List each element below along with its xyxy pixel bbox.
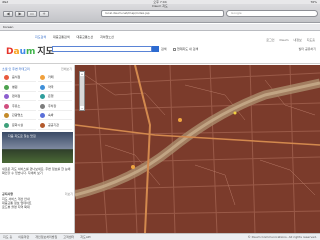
browser-toolbar: Daum 지도 ◀ ▶ ▭ + local.daum.net/map/index… [0, 4, 320, 23]
footer-link[interactable]: 지도 홈 [3, 235, 12, 239]
zoom-control: + − [79, 71, 85, 111]
category-item[interactable]: 카페 [38, 73, 72, 82]
promo-banner[interactable]: 다음 지도로 찾는 맛집 [2, 132, 73, 163]
zoom-out-button[interactable]: − [80, 106, 84, 110]
category-icon [40, 84, 45, 90]
footer-link[interactable]: 개인정보처리방침 [35, 235, 57, 239]
category-item[interactable]: 관광명소 [2, 111, 36, 120]
promo-title: 다음 지도로 찾는 맛집 [8, 134, 36, 138]
map-canvas[interactable]: + − [75, 65, 320, 233]
footer: 지도 홈 이용약관 개인정보처리방침 고객센터 지도API © Daum Com… [0, 233, 320, 240]
daum-header: 지도검색 대중교통검색 대중교통노선 지하철노선 로그인 Daum 내정보 지도… [0, 32, 320, 64]
map-search-button[interactable] [152, 46, 159, 52]
right-nav: 로그인 Daum 내정보 지도홈 [262, 38, 315, 42]
notice-item[interactable]: 로드뷰 촬영 지역 확대 [2, 205, 73, 209]
category-icon [4, 103, 9, 109]
address-bar[interactable]: local.daum.net/map/index.jsp [101, 10, 224, 17]
category-icon [4, 75, 9, 80]
add-icon[interactable]: + [39, 11, 49, 17]
filter-button[interactable]: 필터 [298, 47, 304, 51]
footer-link[interactable]: 이용약관 [18, 235, 29, 239]
category-item[interactable]: 공공기관 [38, 121, 72, 130]
checkbox-icon[interactable] [173, 47, 176, 51]
category-icon [4, 94, 9, 99]
promo-description: 새로운 지도 서비스를 만나보세요. 주변 정보를 한 눈에 확인할 수 있습니… [2, 167, 71, 175]
category-item[interactable]: 약국 [38, 83, 72, 92]
category-header: 소셜 인 주변 카테고리 전체보기 [2, 67, 72, 71]
nav-transit-search[interactable]: 대중교통검색 [53, 35, 70, 39]
top-nav: 지도검색 대중교통검색 대중교통노선 지하철노선 [35, 35, 120, 39]
category-item[interactable]: 주차장 [38, 102, 72, 111]
category-item[interactable]: 은행 [38, 92, 72, 101]
category-icon [40, 122, 45, 128]
forward-button[interactable]: ▶ [15, 11, 25, 17]
category-icon [4, 113, 9, 118]
category-icon [40, 103, 45, 109]
daum-map-logo[interactable]: Daum 지도 [6, 44, 54, 57]
category-item[interactable]: 문화시설 [2, 121, 36, 130]
search-label: 검색 [161, 47, 167, 51]
map-home-link[interactable]: 지도홈 [307, 38, 315, 42]
notice-section: 공지사항 더보기 지도 서비스 개선 안내 대중교통 정보 업데이트 로드뷰 촬… [2, 192, 73, 209]
bookmark-item[interactable]: Korean [3, 25, 13, 29]
bookmarks-icon[interactable]: ▭ [27, 11, 37, 17]
back-button[interactable]: ◀ [3, 11, 13, 17]
map-search-input[interactable] [52, 46, 152, 52]
category-item[interactable]: 편의점 [2, 92, 36, 101]
search-in-map-checkbox[interactable]: 현재지도 내 검색 [173, 47, 198, 51]
notice-header: 공지사항 [2, 192, 14, 196]
category-item[interactable]: 병원 [2, 83, 36, 92]
category-item[interactable]: 음식점 [2, 73, 36, 82]
footer-link[interactable]: 고객센터 [63, 235, 74, 239]
category-icon [40, 94, 45, 99]
category-item[interactable]: 주유소 [2, 102, 36, 111]
daum-link[interactable]: Daum [280, 38, 289, 42]
category-icon [4, 84, 9, 90]
left-panel: 소셜 인 주변 카테고리 전체보기 음식점 카페 병원 약국 편의점 은행 주유소 주차장 관광… [0, 65, 75, 233]
nav-map-search[interactable]: 지도검색 [35, 35, 46, 39]
nav-transit-lines[interactable]: 대중교통노선 [77, 35, 94, 39]
map-tools: 필터 공유하기 [298, 47, 316, 51]
page-title: Daum 지도 [152, 4, 168, 8]
category-icon [40, 113, 45, 118]
share-button[interactable]: 공유하기 [305, 47, 316, 51]
category-item[interactable]: 숙박 [38, 111, 72, 120]
browser-search-field[interactable]: Google [226, 10, 318, 17]
category-icon [4, 122, 9, 128]
login-link[interactable]: 로그인 [266, 38, 274, 42]
see-all-link[interactable]: 전체보기 [61, 67, 72, 71]
notice-more-link[interactable]: 더보기 [65, 192, 73, 196]
nav-subway-lines[interactable]: 지하철노선 [100, 35, 114, 39]
category-icon [40, 75, 45, 80]
myinfo-link[interactable]: 내정보 [293, 38, 301, 42]
zoom-in-button[interactable]: + [80, 72, 84, 76]
bookmarks-bar: Korean [0, 24, 320, 31]
map-graphics [75, 65, 320, 233]
footer-link[interactable]: 지도API [80, 235, 90, 239]
copyright: © Daum Communications. All rights reserv… [247, 235, 317, 239]
